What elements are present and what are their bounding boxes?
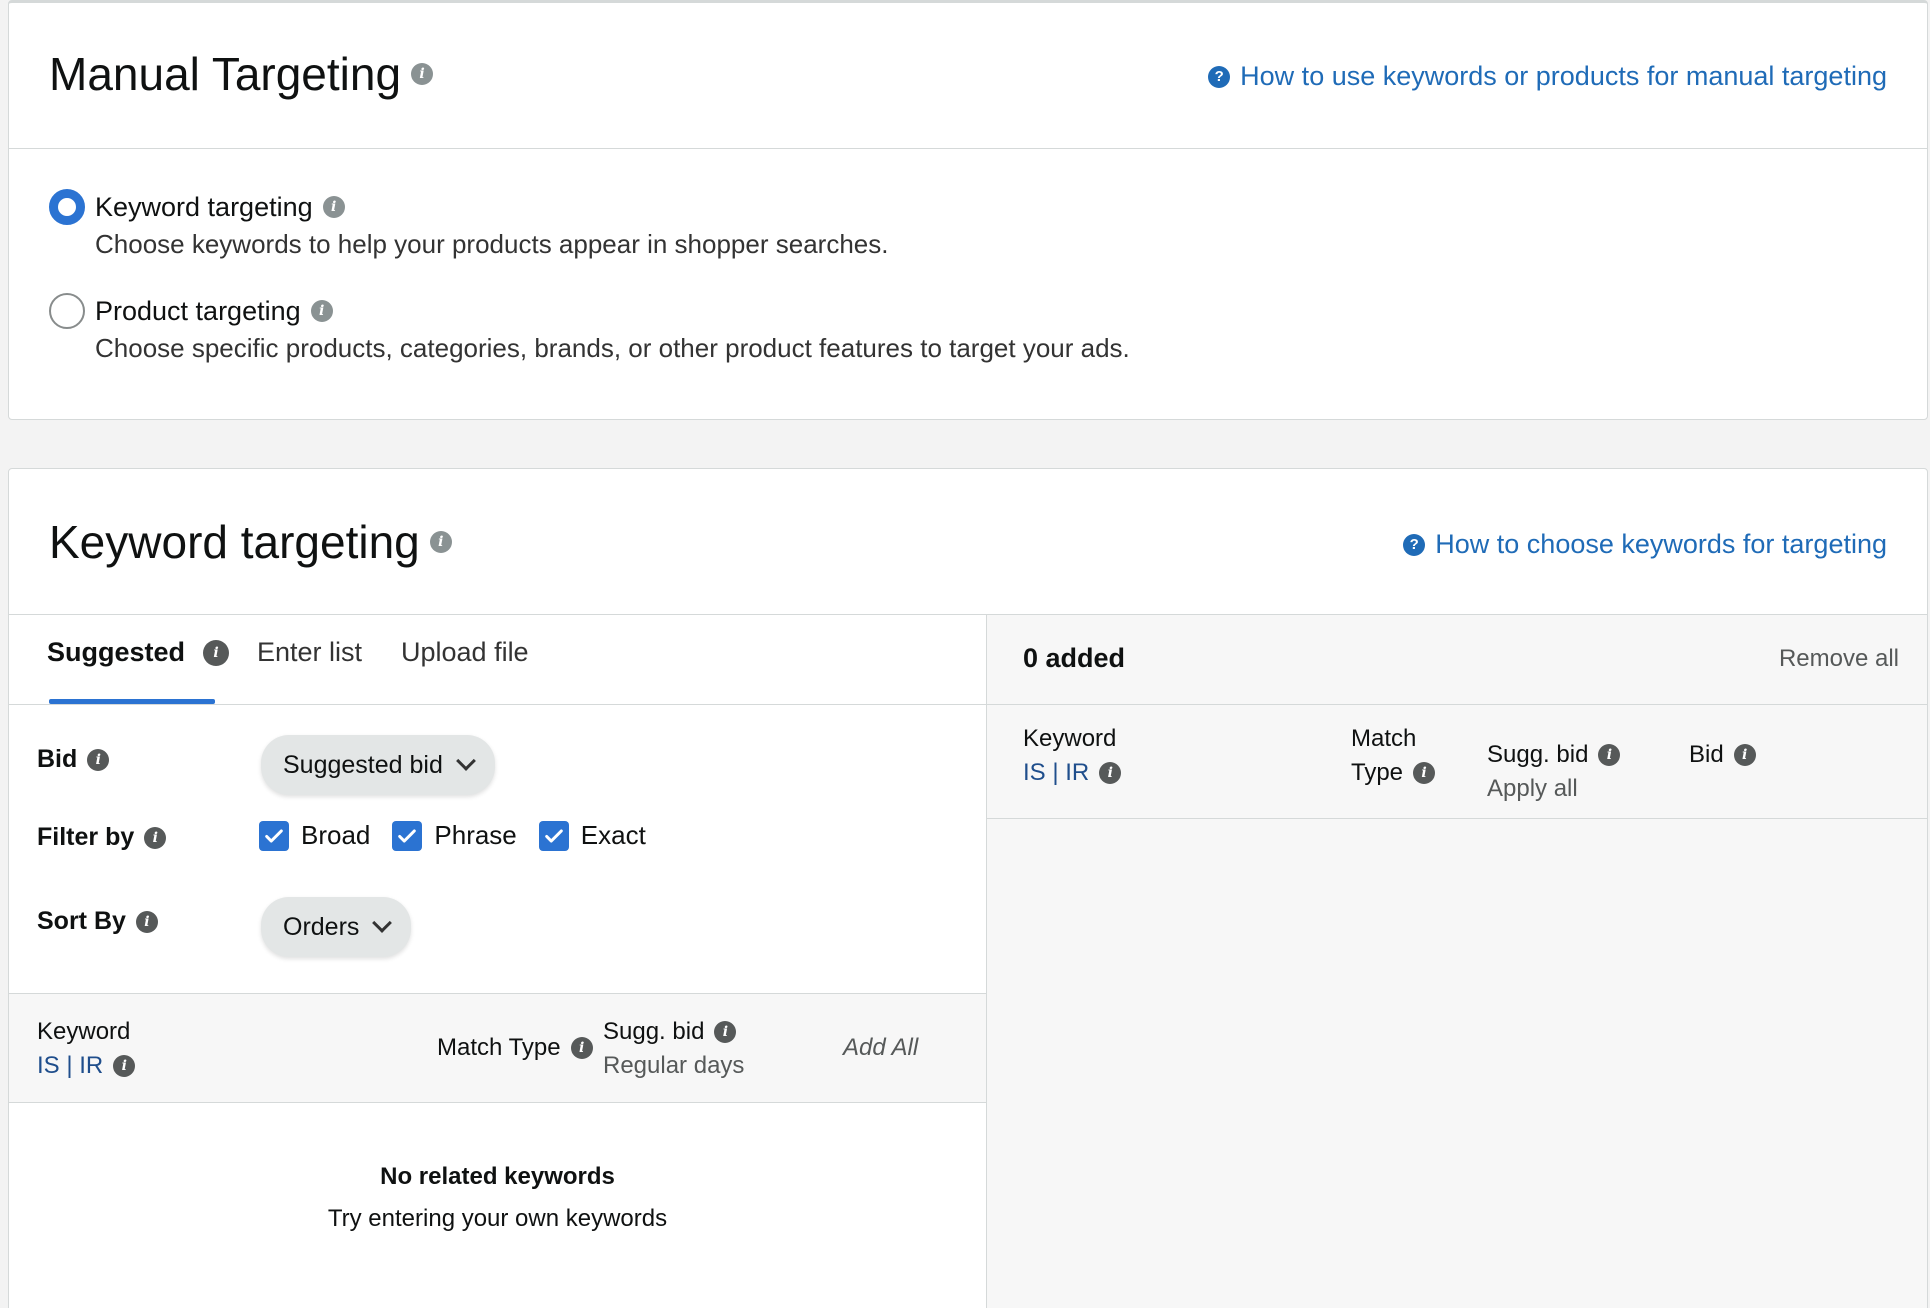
bid-row: Bid i [37,745,110,774]
manual-targeting-card: Manual Targeting i ? How to use keywords… [8,0,1928,420]
chevron-down-icon [455,751,476,771]
checkbox-checked-icon[interactable] [392,820,423,851]
sort-label: Sort By i [37,907,158,936]
help-icon: ? [1208,65,1231,88]
filter-label: Filter by i [37,823,167,852]
checkbox-checked-icon[interactable] [259,820,289,851]
added-header: 0 added Remove all [987,615,1927,705]
info-icon[interactable]: i [1733,744,1756,766]
help-icon: ? [1403,533,1426,556]
add-all-button[interactable]: Add All [843,1034,918,1062]
keyword-targeting-option[interactable]: Keyword targeting i Choose keywords to h… [49,189,888,260]
suggested-keywords-panel: Suggested i Enter list Upload file Bid i… [9,615,987,1308]
keyword-targeting-label: Keyword targeting [95,191,313,222]
keyword-targeting-radio[interactable] [49,189,85,225]
info-icon[interactable]: i [87,748,110,771]
info-icon[interactable]: i [322,196,345,218]
empty-state-title: No related keywords [380,1163,615,1190]
info-icon[interactable]: i [570,1037,593,1059]
info-icon[interactable]: i [203,639,230,666]
added-bid-column-header: Bid i [1689,741,1756,769]
sort-row: Sort By i [37,907,158,936]
keyword-targeting-header: Keyword targeting i ? How to choose keyw… [9,469,1927,615]
keyword-targeting-card: Keyword targeting i ? How to choose keyw… [8,468,1928,1308]
keyword-column-header: Keyword IS | IR i [37,1018,136,1080]
info-icon[interactable]: i [310,300,333,322]
tab-upload-file[interactable]: Upload file [401,637,529,668]
manual-targeting-header: Manual Targeting i ? How to use keywords… [9,3,1927,149]
added-match-type-column-header: Match Type i [1351,725,1436,787]
filter-broad-checkbox[interactable]: Broad [259,820,370,851]
suggested-table-header: Keyword IS | IR i Match Type i Sugg. bid… [9,993,986,1103]
chevron-down-icon [372,913,393,933]
keyword-targeting-description: Choose keywords to help your products ap… [95,229,889,259]
info-icon[interactable]: i [1598,744,1621,766]
sugg-bid-column-header: Sugg. bid i Regular days [603,1018,745,1079]
keyword-targeting-title: Keyword targeting i [49,515,452,569]
product-targeting-option[interactable]: Product targeting i Choose specific prod… [49,293,1130,364]
added-keywords-panel: 0 added Remove all Keyword IS | IR i Mat… [987,615,1927,1308]
checkbox-checked-icon[interactable] [538,820,569,851]
filter-row: Filter by i [37,823,167,852]
apply-all-button[interactable]: Apply all [1487,775,1620,803]
info-icon[interactable]: i [113,1055,136,1077]
filter-exact-checkbox[interactable]: Exact [538,820,646,851]
filter-phrase-checkbox[interactable]: Phrase [392,820,517,851]
manual-targeting-title: Manual Targeting i [49,47,434,101]
info-icon[interactable]: i [135,910,158,933]
info-icon[interactable]: i [1099,762,1122,784]
bid-label: Bid i [37,745,110,774]
added-count: 0 added [1023,643,1126,673]
product-targeting-description: Choose specific products, categories, br… [95,333,1130,363]
info-icon[interactable]: i [411,63,434,85]
product-targeting-label: Product targeting [95,295,301,326]
bid-dropdown[interactable]: Suggested bid [261,735,495,795]
active-tab-indicator [49,699,215,704]
match-type-filters: Broad Phrase Exact [259,820,668,851]
match-type-column-header: Match Type i [437,1034,593,1062]
tab-enter-list[interactable]: Enter list [257,637,362,668]
keyword-targeting-help-link[interactable]: ? How to choose keywords for targeting [1403,529,1887,560]
tab-suggested[interactable]: Suggested i [47,637,230,668]
manual-targeting-help-link[interactable]: ? How to use keywords or products for ma… [1208,61,1887,92]
info-icon[interactable]: i [429,531,452,553]
empty-state-description: Try entering your own keywords [327,1205,668,1232]
info-icon[interactable]: i [714,1021,737,1043]
keyword-tabs: Suggested i Enter list Upload file [9,615,986,705]
sort-dropdown[interactable]: Orders [261,897,412,957]
info-icon[interactable]: i [1413,762,1436,784]
product-targeting-radio[interactable] [49,293,85,329]
info-icon[interactable]: i [144,826,167,849]
added-table-header: Keyword IS | IR i Match Type i Sugg. bid… [987,705,1927,819]
remove-all-button[interactable]: Remove all [1779,645,1899,673]
added-sugg-bid-column-header: Sugg. bid i Apply all [1487,741,1621,803]
added-keyword-column-header: Keyword IS | IR i [1023,725,1122,787]
